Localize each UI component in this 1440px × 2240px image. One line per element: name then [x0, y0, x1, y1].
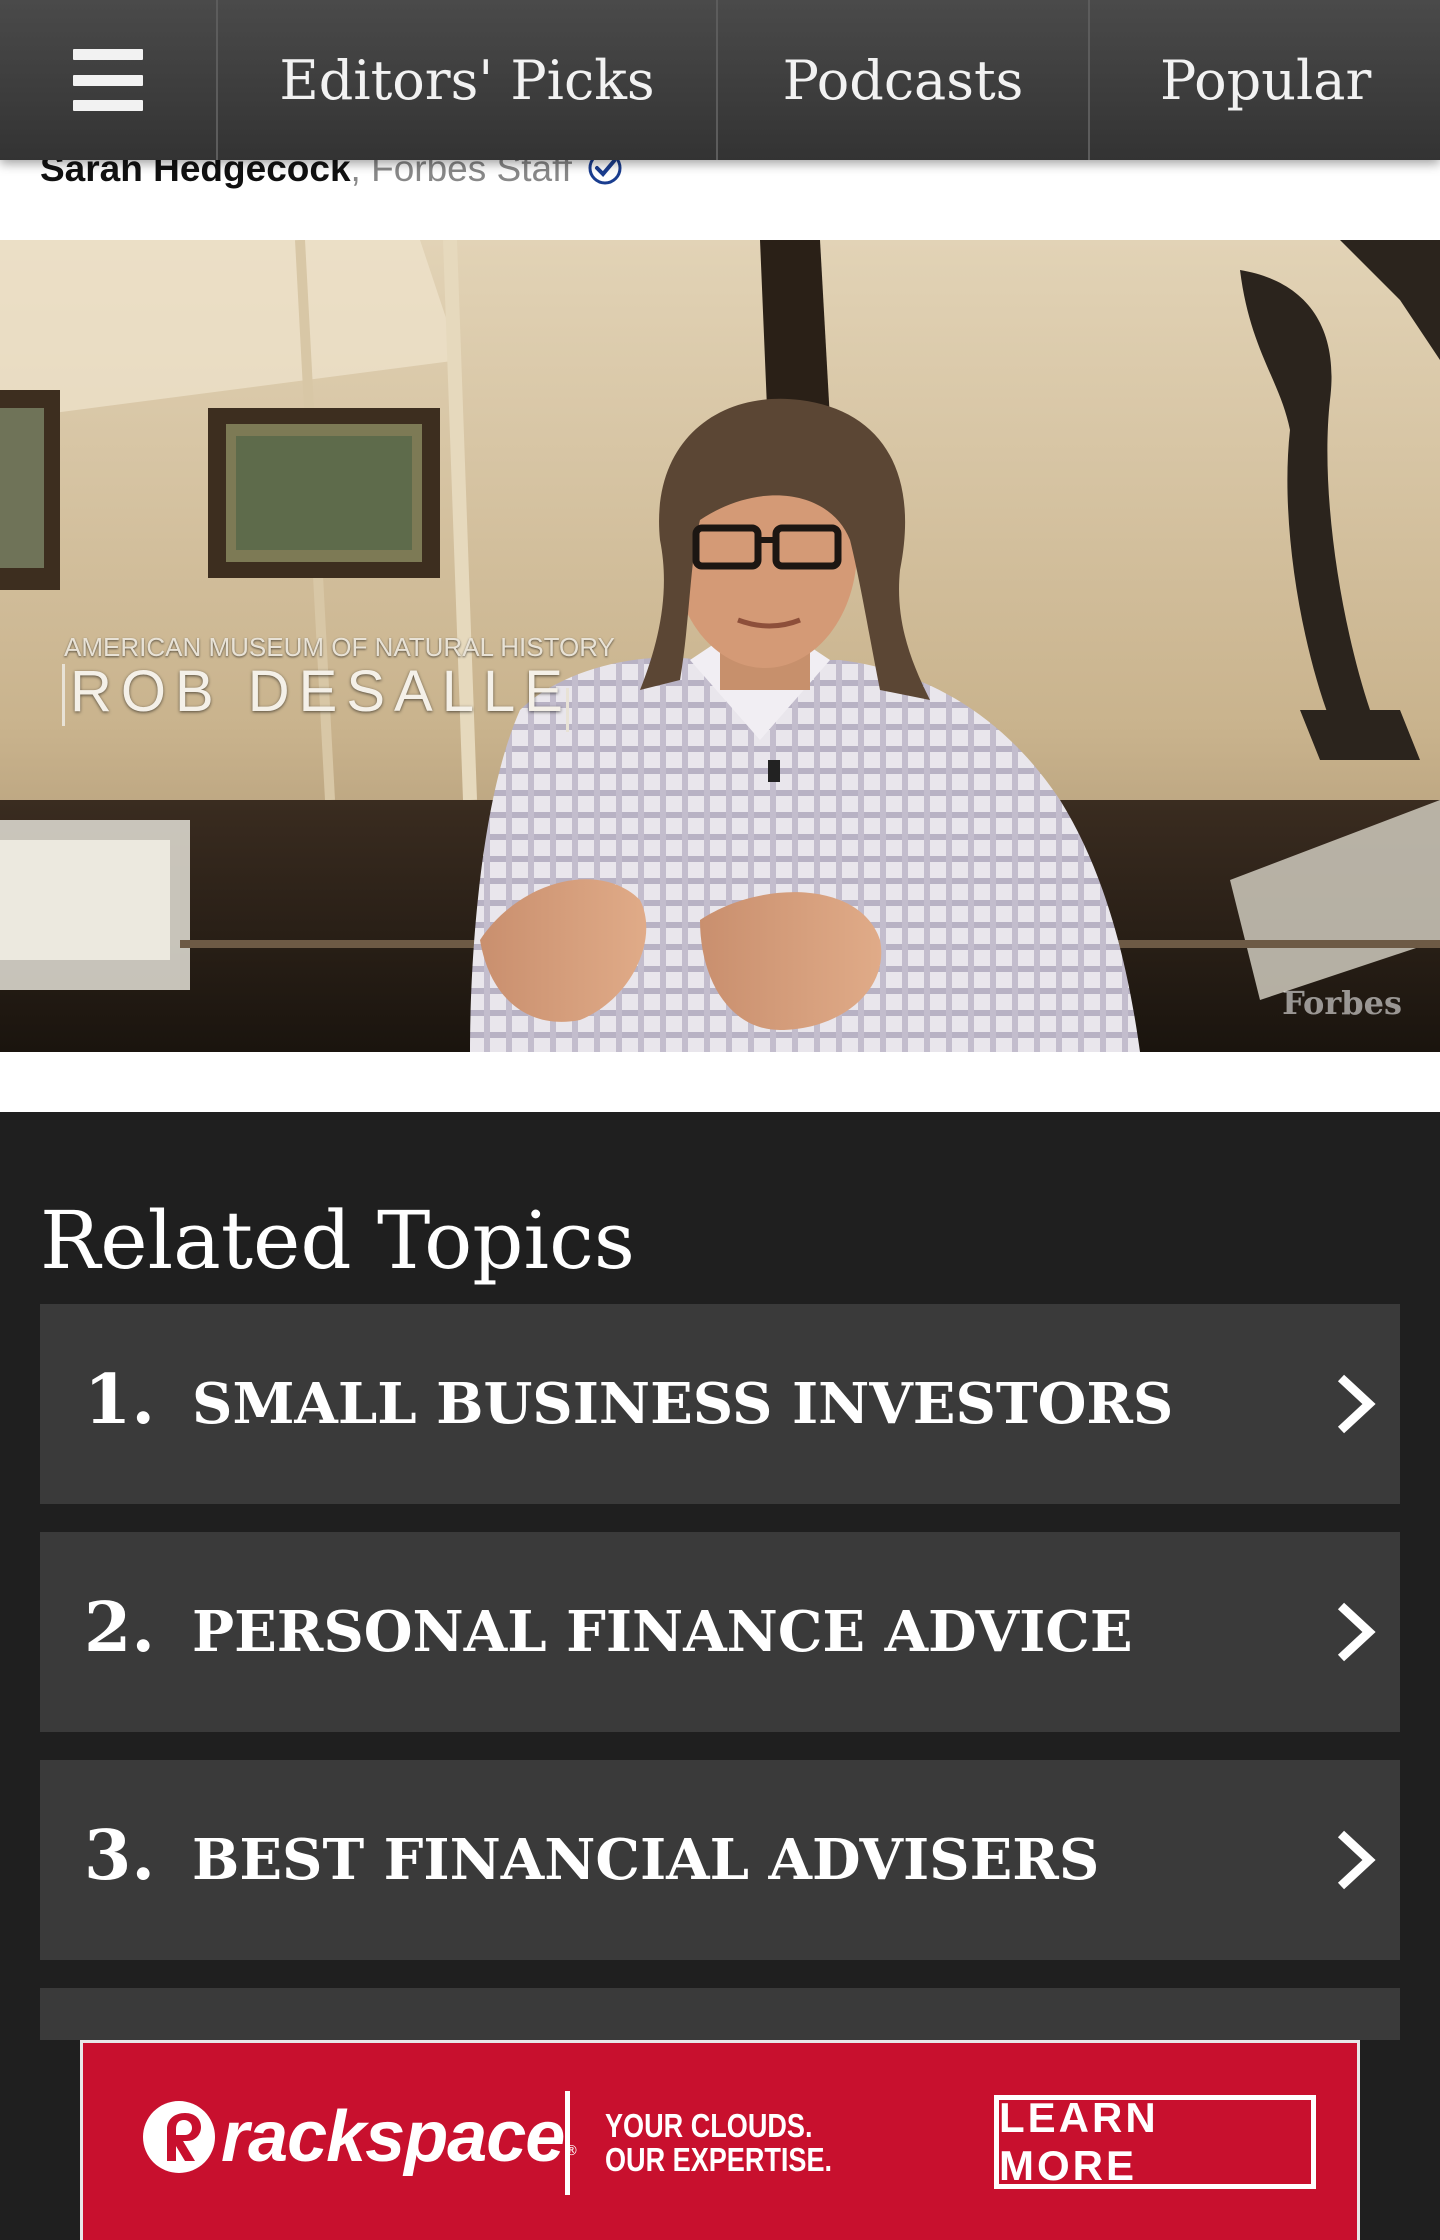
ad-banner-container: rackspace ® YOUR CLOUDS. OUR EXPERTISE. L…	[0, 2040, 1440, 2240]
top-navigation-bar: Editors' Picks Podcasts Popular	[0, 0, 1440, 160]
rackspace-logo-icon	[143, 2101, 215, 2173]
topic-number: 1.	[84, 1360, 155, 1440]
caption-bar-right	[566, 688, 569, 732]
related-topic-item[interactable]: 3. BEST FINANCIAL ADVISERS	[40, 1760, 1400, 1960]
ad-tagline: YOUR CLOUDS. OUR EXPERTISE.	[605, 2109, 832, 2177]
nav-tab-podcasts[interactable]: Podcasts	[718, 0, 1090, 160]
nav-tab-popular[interactable]: Popular	[1090, 0, 1440, 160]
topic-number: 2.	[84, 1588, 155, 1668]
chevron-right-icon	[1310, 1828, 1400, 1892]
hamburger-menu-icon	[73, 49, 143, 111]
ad-tagline-line-2: OUR EXPERTISE.	[605, 2141, 833, 2178]
chevron-right-icon	[1310, 1600, 1400, 1664]
related-topics-heading: Related Topics	[40, 1194, 635, 1287]
menu-button[interactable]	[0, 0, 218, 160]
chevron-right-icon	[1310, 1372, 1400, 1436]
rackspace-logo: rackspace ®	[137, 2095, 578, 2179]
topic-label: PERSONAL FINANCE ADVICE	[192, 1599, 1133, 1665]
video-caption-name: ROB DESALLE	[70, 659, 572, 724]
ad-tagline-line-1: YOUR CLOUDS.	[605, 2107, 813, 2144]
topic-label: BEST FINANCIAL ADVISERS	[192, 1827, 1100, 1893]
ad-brand-wordmark: rackspace	[221, 2097, 565, 2177]
related-topic-item[interactable]: 1. SMALL BUSINESS INVESTORS	[40, 1304, 1400, 1504]
caption-bar-left	[62, 664, 65, 726]
nav-tab-editors-picks[interactable]: Editors' Picks	[218, 0, 718, 160]
rackspace-ad-banner[interactable]: rackspace ® YOUR CLOUDS. OUR EXPERTISE. L…	[80, 2040, 1360, 2240]
video-player[interactable]: AMERICAN MUSEUM OF NATURAL HISTORY ROB D…	[0, 240, 1440, 1052]
topic-label: SMALL BUSINESS INVESTORS	[192, 1371, 1174, 1437]
related-topic-item[interactable]: 2. PERSONAL FINANCE ADVICE	[40, 1532, 1400, 1732]
video-watermark: Forbes	[1282, 984, 1402, 1022]
learn-more-button[interactable]: LEARN MORE	[994, 2094, 1316, 2189]
ad-divider	[565, 2091, 570, 2195]
topic-number: 3.	[84, 1816, 155, 1896]
